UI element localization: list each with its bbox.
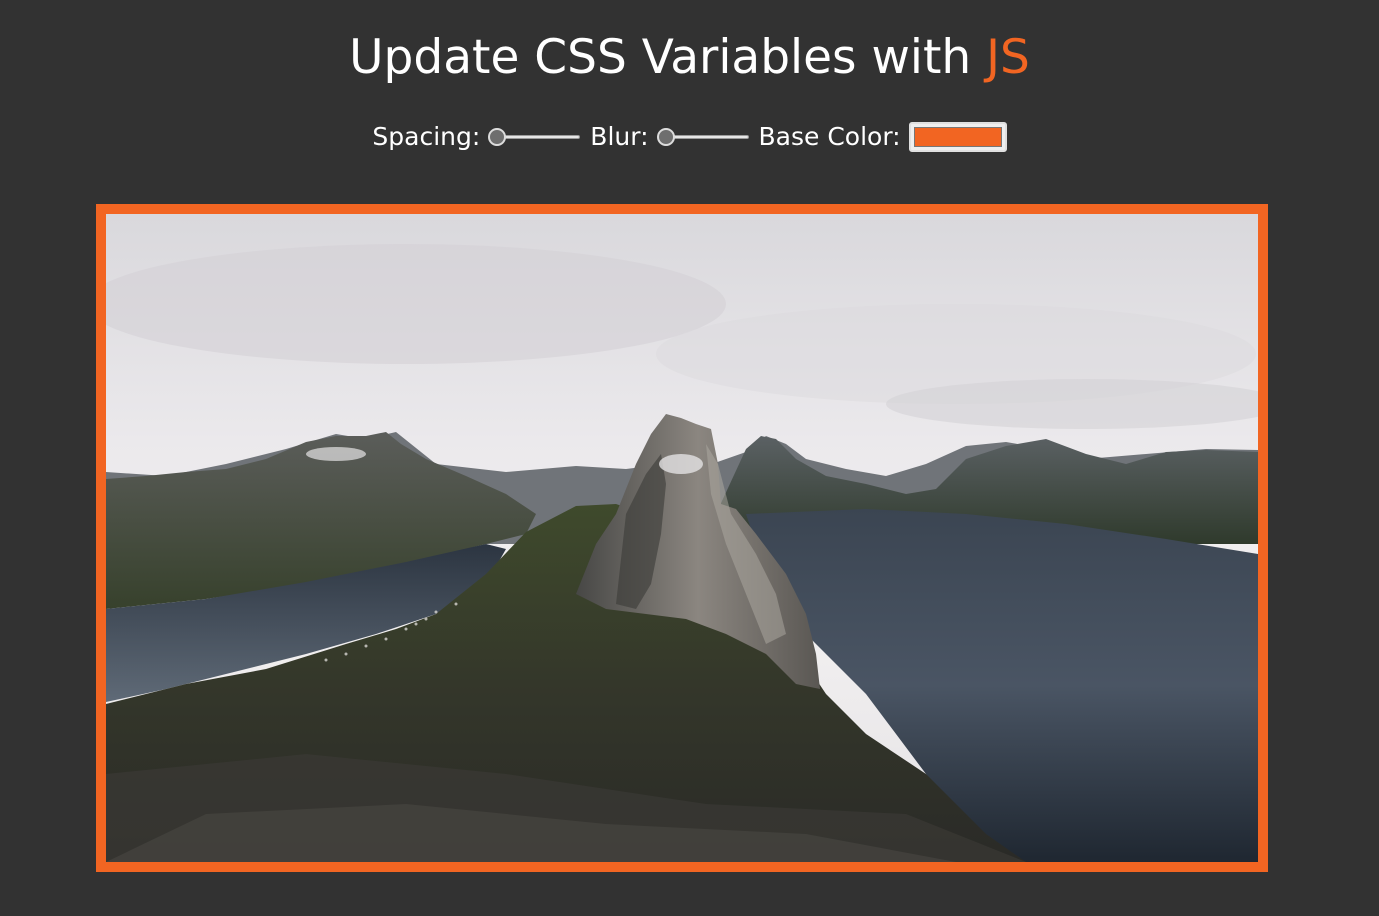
base-color-fill[interactable] bbox=[913, 127, 1002, 147]
blur-slider-thumb[interactable] bbox=[656, 128, 675, 146]
spacing-slider[interactable] bbox=[488, 126, 581, 148]
spacing-label: Spacing: bbox=[372, 122, 481, 151]
image-frame bbox=[96, 204, 1268, 872]
controls-bar: Spacing: Blur: Base Color: bbox=[0, 117, 1379, 157]
title-text: Update CSS Variables with bbox=[349, 30, 987, 85]
base-color-label: Base Color: bbox=[758, 122, 901, 151]
page-title: Update CSS Variables with JS bbox=[0, 28, 1379, 88]
blur-slider[interactable] bbox=[656, 126, 749, 148]
title-accent: JS bbox=[986, 30, 1030, 85]
base-color-picker[interactable] bbox=[908, 122, 1007, 152]
landscape-photo bbox=[106, 214, 1258, 862]
spacing-slider-thumb[interactable] bbox=[488, 128, 507, 146]
blur-label: Blur: bbox=[590, 122, 649, 151]
